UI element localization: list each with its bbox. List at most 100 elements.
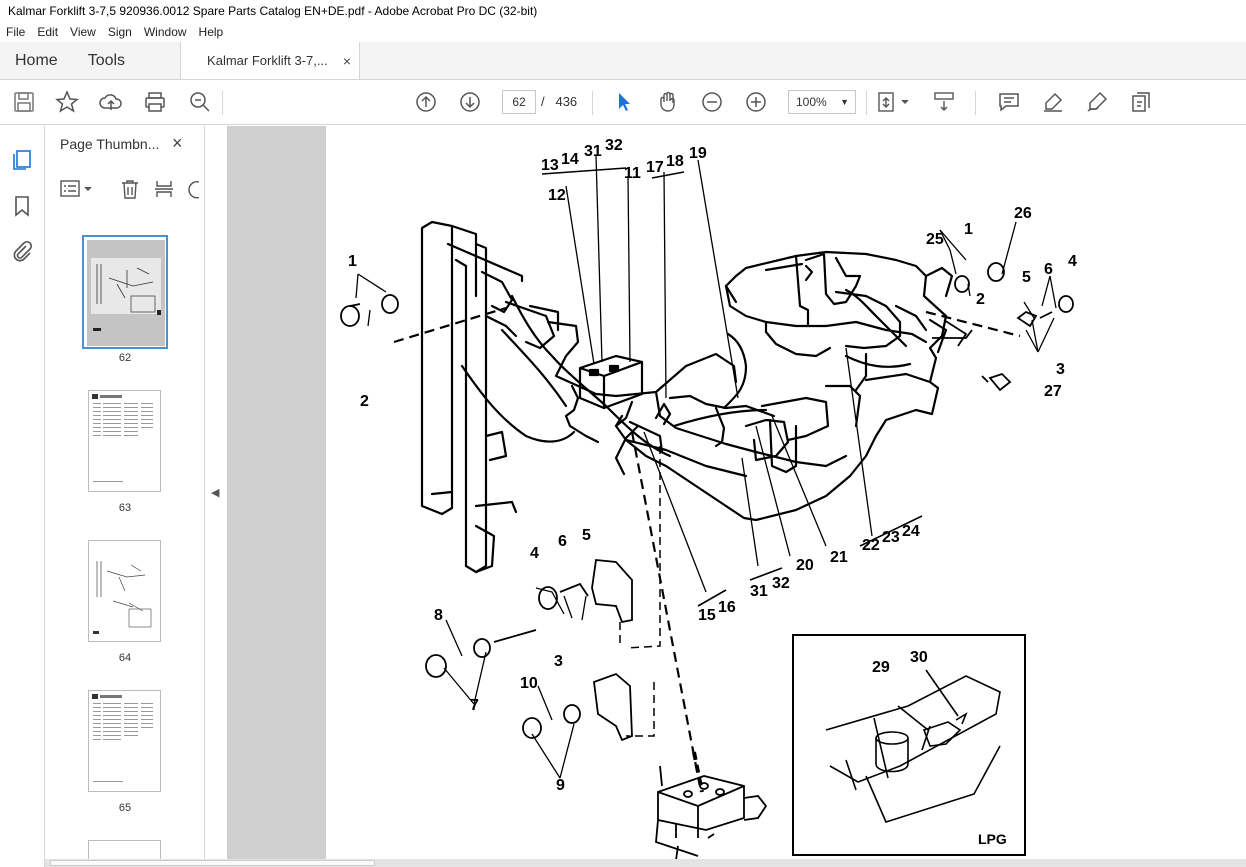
menu-edit[interactable]: Edit [31,22,64,42]
scroll-mode-icon[interactable] [932,90,956,114]
toolbar: 62 / 436 100% ▼ [0,80,1246,125]
page-down-icon[interactable] [458,90,482,114]
page-separator: / [541,94,545,109]
draw-icon[interactable] [1085,90,1109,114]
callout-6-mid: 6 [558,533,567,550]
tab-home[interactable]: Home [0,42,73,79]
callout-21: 21 [830,549,848,566]
chevron-down-icon: ▼ [840,97,849,107]
thumbnails-panel: Page Thumbn... × 62 63 64 65 [45,126,243,867]
callout-5-mid: 5 [582,527,591,544]
close-icon[interactable]: × [172,133,183,154]
zoom-in-icon[interactable] [744,90,768,114]
callout-23: 23 [882,529,900,546]
callout-27: 27 [1044,383,1062,400]
parts-list-mini-icon [92,694,153,782]
menu-bar: File Edit View Sign Window Help [0,22,1246,42]
callout-5: 5 [1022,269,1031,286]
zoom-select[interactable]: 100% ▼ [788,90,856,114]
save-icon[interactable] [12,90,36,114]
fill-sign-icon[interactable] [1129,90,1153,114]
menu-help[interactable]: Help [193,22,230,42]
zoom-search-icon[interactable] [188,90,212,114]
star-icon[interactable] [55,90,79,114]
callout-25: 25 [926,231,944,248]
panel-title: Page Thumbn... [60,136,160,152]
page-number-input[interactable]: 62 [502,90,536,114]
collapse-left-icon[interactable]: ◀ [211,486,219,499]
callout-7: 7 [470,697,479,714]
callout-9: 9 [556,777,565,794]
horizontal-scrollbar[interactable] [45,859,1246,867]
callout-29: 29 [872,659,890,676]
toolbar-separator [975,91,976,115]
exploded-parts-diagram: 13 14 31 32 11 17 18 19 12 1 2 25 26 1 2… [340,137,1077,861]
callout-31-lower: 31 [750,583,768,600]
attachment-icon[interactable] [10,240,34,264]
callout-3-mid: 3 [554,653,563,670]
thumbnail-page-65[interactable] [88,690,161,792]
window-title: Kalmar Forklift 3-7,5 920936.0012 Spare … [0,0,1246,22]
thumbnail-options-icon[interactable] [59,178,93,200]
callout-22: 22 [862,537,880,554]
toolbar-separator [222,91,223,115]
callout-4-mid: 4 [530,545,539,562]
callout-10: 10 [520,675,538,692]
callout-32-lower: 32 [772,575,790,592]
menu-view[interactable]: View [64,22,102,42]
callout-24: 24 [902,523,920,540]
thumbnail-page-62[interactable] [82,235,168,349]
callout-12: 12 [548,187,566,204]
callout-17: 17 [646,159,664,176]
trash-icon[interactable] [119,178,141,200]
rotate-icon[interactable] [185,178,199,200]
tab-bar: Home Tools Kalmar Forklift 3-7,... × [0,42,1246,80]
callout-4: 4 [1068,253,1077,270]
tab-close-icon[interactable]: × [343,53,351,69]
bookmark-icon[interactable] [10,194,34,218]
comment-icon[interactable] [997,90,1021,114]
callout-16: 16 [718,599,736,616]
callout-11: 11 [624,165,641,182]
highlight-icon[interactable] [1041,90,1065,114]
scroll-thumb[interactable] [50,860,375,866]
menu-file[interactable]: File [0,22,31,42]
print-icon[interactable] [143,90,167,114]
pdf-page: 13 14 31 32 11 17 18 19 12 1 2 25 26 1 2… [326,126,1246,861]
thumbnail-page-64[interactable] [88,540,161,642]
hand-icon[interactable] [656,90,680,114]
parts-list-mini-icon [92,394,153,482]
callout-19: 19 [689,145,707,162]
callout-26: 26 [1014,205,1032,222]
fit-page-icon[interactable] [876,90,912,114]
thumbnail-label: 65 [118,802,132,814]
tab-document[interactable]: Kalmar Forklift 3-7,... × [180,42,361,79]
callout-30: 30 [910,649,928,666]
select-cursor-icon[interactable] [612,90,636,114]
callout-15: 15 [698,607,716,624]
thumbnail-label: 62 [118,352,132,364]
thumbnail-label: 64 [118,652,132,664]
insert-page-icon[interactable] [153,178,175,200]
inset-label-lpg: LPG [978,831,1007,847]
upload-icon[interactable] [99,90,123,114]
menu-window[interactable]: Window [138,22,193,42]
tab-tools[interactable]: Tools [73,42,140,79]
page-thumbnails-icon[interactable] [10,148,34,172]
zoom-out-icon[interactable] [700,90,724,114]
callout-2-right: 2 [976,291,985,308]
menu-sign[interactable]: Sign [102,22,138,42]
toolbar-separator [592,91,593,115]
panel-collapse-strip[interactable]: ◀ [205,126,227,867]
page-count: / 436 [541,90,577,114]
thumbnail-label: 63 [118,502,132,514]
callout-1-right: 1 [964,221,973,238]
callout-3: 3 [1056,361,1065,378]
page-up-icon[interactable] [414,90,438,114]
left-rail [0,126,45,867]
callout-8: 8 [434,607,443,624]
callout-31: 31 [584,143,602,160]
thumbnail-list: 62 63 64 65 [45,221,185,867]
thumbnail-page-63[interactable] [88,390,161,492]
zoom-value: 100% [796,95,827,109]
